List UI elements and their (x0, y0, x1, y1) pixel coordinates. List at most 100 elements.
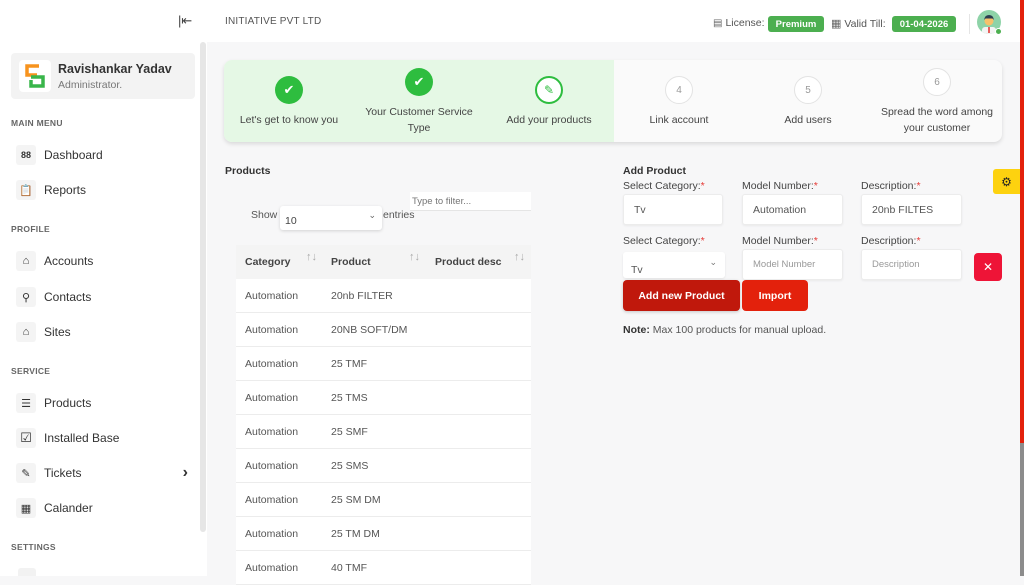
table-row[interactable]: Automation 25 TM DM (236, 517, 531, 551)
settings-item-icon[interactable] (18, 568, 36, 576)
column-header-product[interactable]: Product (331, 256, 371, 268)
step-label: Spread the word among your customer (880, 106, 994, 134)
step-label: Add your products (506, 114, 592, 126)
gear-icon: ⚙ (1001, 174, 1012, 189)
step-6[interactable]: 6 Spread the word among your customer (872, 60, 1002, 142)
sidebar-scrollbar[interactable] (200, 42, 206, 532)
page-scrollbar-thumb[interactable] (1020, 443, 1024, 576)
user-profile-card[interactable]: Ravishankar Yadav Administrator. (11, 53, 195, 99)
column-header-product-desc[interactable]: Product desc (435, 256, 502, 268)
cell-category: Automation (245, 324, 299, 336)
book-icon: ▤ (713, 17, 723, 29)
license-label: ▤ License: (713, 17, 765, 29)
sidebar-item-label: Sites (44, 325, 71, 339)
step-1[interactable]: ✔ Let's get to know you (224, 60, 354, 142)
cell-category: Automation (245, 528, 299, 540)
sidebar-item-label: Tickets (44, 466, 82, 480)
table-row[interactable]: Automation 20nb FILTER (236, 279, 531, 313)
check-icon: ✔ (405, 68, 433, 96)
page-size-select[interactable]: 10 ⌄ (280, 206, 382, 230)
step-number: 6 (923, 68, 951, 96)
products-table: Category ↑↓ Product ↑↓ Product desc ↑↓ A… (236, 245, 531, 585)
chevron-down-icon: ⌄ (368, 210, 376, 220)
sort-icon[interactable]: ↑↓ (306, 251, 317, 263)
table-row[interactable]: Automation 40 TMF (236, 551, 531, 585)
category-field[interactable]: Tv (623, 194, 723, 225)
valid-till-badge: 01-04-2026 (892, 16, 956, 32)
sidebar-item-contacts[interactable]: ⚲ Contacts (16, 284, 196, 310)
step-5[interactable]: 5 Add users (743, 60, 873, 142)
cell-category: Automation (245, 290, 299, 302)
model-number-input[interactable]: Model Number (742, 249, 843, 280)
remove-row-button[interactable]: ✕ (974, 253, 1002, 281)
sidebar-item-calander[interactable]: ▦ Calander (16, 495, 196, 521)
sidebar-item-label: Installed Base (44, 431, 120, 445)
show-label: Show (251, 209, 278, 221)
sidebar-item-label: Calander (44, 501, 93, 515)
online-status-dot (995, 28, 1002, 35)
sidebar-item-sites[interactable]: ⌂ Sites (16, 319, 196, 345)
sidebar-item-reports[interactable]: 📋 Reports (16, 177, 196, 203)
sort-icon[interactable]: ↑↓ (514, 251, 525, 263)
cell-product: 25 TM DM (331, 528, 380, 540)
table-row[interactable]: Automation 25 TMF (236, 347, 531, 381)
filter-input[interactable] (410, 192, 531, 211)
top-bar: INITIATIVE PVT LTD ▤ License: Premium ▦ … (207, 0, 1020, 42)
contact-icon: ⚲ (16, 287, 36, 307)
table-row[interactable]: Automation 20NB SOFT/DM (236, 313, 531, 347)
chevron-down-icon: ⌄ (709, 257, 717, 267)
cell-category: Automation (245, 562, 299, 574)
table-header: Category ↑↓ Product ↑↓ Product desc ↑↓ (236, 245, 531, 279)
valid-till-label: ▦ Valid Till: (831, 17, 886, 31)
step-3[interactable]: ✎ Add your products (484, 60, 614, 142)
table-row[interactable]: Automation 25 SMF (236, 415, 531, 449)
step-2[interactable]: ✔ Your Customer Service Type (354, 60, 484, 142)
sidebar-item-accounts[interactable]: ⌂ Accounts (16, 248, 196, 274)
page-scrollbar-track[interactable] (1020, 0, 1024, 443)
calendar-icon: ▦ (16, 498, 36, 518)
divider (969, 14, 970, 34)
description-input[interactable]: Description (861, 249, 962, 280)
description-field[interactable]: 20nb FILTES (861, 194, 962, 225)
sidebar-item-dashboard[interactable]: 88 Dashboard (16, 142, 196, 168)
cell-product: 25 TMF (331, 358, 367, 370)
table-body: Automation 20nb FILTER Automation 20NB SOFT… (236, 279, 531, 585)
category-select-value: Tv (631, 264, 643, 276)
section-service: SERVICE (11, 366, 51, 376)
section-profile: PROFILE (11, 224, 50, 234)
reports-icon: 📋 (16, 180, 36, 200)
list-icon: ☰ (16, 393, 36, 413)
sidebar-item-label: Dashboard (44, 148, 103, 162)
category-label: Select Category:* (623, 235, 705, 247)
sidebar-item-products[interactable]: ☰ Products (16, 390, 196, 416)
chevron-right-icon[interactable]: › (183, 464, 188, 482)
checkbox-icon: ☑ (16, 428, 36, 448)
cell-product: 25 SMF (331, 426, 368, 438)
sidebar-item-tickets[interactable]: ✎ Tickets › (16, 460, 196, 486)
add-product-heading: Add Product (623, 165, 686, 177)
entries-label: entries (383, 209, 415, 221)
table-row[interactable]: Automation 25 SMS (236, 449, 531, 483)
sidebar-item-installed-base[interactable]: ☑ Installed Base (16, 425, 196, 451)
company-logo-icon (19, 60, 51, 92)
upload-note: Note: Max 100 products for manual upload… (623, 324, 827, 336)
dashboard-icon: 88 (16, 145, 36, 165)
sort-icon[interactable]: ↑↓ (409, 251, 420, 263)
add-new-product-button[interactable]: Add new Product (623, 280, 740, 311)
cell-product: 25 SMS (331, 460, 369, 472)
import-button[interactable]: Import (742, 280, 808, 311)
ticket-icon: ✎ (16, 463, 36, 483)
table-row[interactable]: Automation 25 TMS (236, 381, 531, 415)
settings-gear-button[interactable]: ⚙ (993, 169, 1020, 194)
sidebar-item-label: Reports (44, 183, 87, 197)
collapse-sidebar-icon[interactable]: |⇤ (178, 13, 192, 29)
cell-product: 25 TMS (331, 392, 368, 404)
column-header-category[interactable]: Category (245, 256, 291, 268)
close-icon: ✕ (982, 260, 994, 274)
valid-till-label-text: Valid Till: (844, 17, 886, 30)
step-number: 5 (794, 76, 822, 104)
category-select[interactable]: Tv ⌄ (623, 252, 725, 278)
table-row[interactable]: Automation 25 SM DM (236, 483, 531, 517)
step-4[interactable]: 4 Link account (614, 60, 744, 142)
model-number-field[interactable]: Automation (742, 194, 843, 225)
